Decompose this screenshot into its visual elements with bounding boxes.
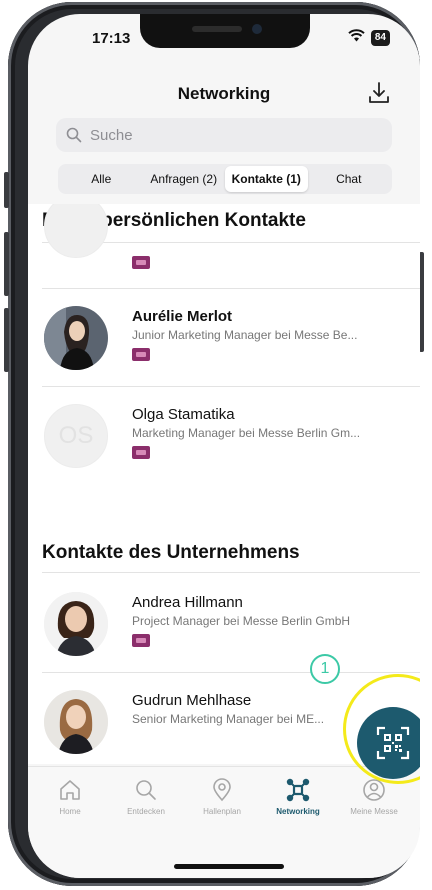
- tabbar-item-hallenplan[interactable]: Hallenplan: [184, 777, 260, 816]
- side-button: [4, 172, 9, 208]
- tab-bar: Home Entdecken Hallenplan Networking Mei…: [28, 766, 420, 878]
- phone-frame: 17:13 84 Networking Alle Anfragen (2) Ko: [4, 2, 424, 886]
- contact-badge: [132, 348, 150, 361]
- search-bar[interactable]: [56, 118, 392, 152]
- page-title: Networking: [177, 84, 271, 103]
- contact-role: Junior Marketing Manager bei Messe Be...: [132, 328, 358, 342]
- tabbar-label: Home: [59, 807, 81, 816]
- contact-name: Gudrun Mehlhase: [132, 692, 252, 709]
- wifi-icon: [348, 29, 365, 46]
- search-icon: [66, 127, 82, 143]
- tab-chat[interactable]: Chat: [308, 166, 391, 192]
- tab-alle[interactable]: Alle: [60, 166, 143, 192]
- divider: [42, 672, 420, 673]
- contact-badge: [132, 634, 150, 647]
- tab-anfragen[interactable]: Anfragen (2): [143, 166, 226, 192]
- avatar: OS: [44, 404, 108, 468]
- home-indicator: [174, 864, 284, 869]
- home-icon: [60, 780, 80, 800]
- network-icon: [286, 778, 310, 802]
- list-item[interactable]: Aurélie Merlot Junior Marketing Manager …: [28, 294, 420, 384]
- avatar: [44, 690, 108, 754]
- location-pin-icon: [213, 778, 231, 802]
- tabbar-item-entdecken[interactable]: Entdecken: [108, 777, 184, 816]
- contact-name: Andrea Hillmann: [132, 594, 243, 611]
- divider: [42, 386, 420, 387]
- tabbar-label: Meine Messe: [350, 807, 398, 816]
- front-camera: [252, 24, 262, 34]
- tabbar-label: Networking: [276, 807, 320, 816]
- avatar: [44, 592, 108, 656]
- contact-role: Senior Marketing Manager bei ME...: [132, 712, 325, 726]
- contact-name: Aurélie Merlot: [132, 308, 233, 325]
- status-time: 17:13: [92, 30, 131, 47]
- side-button: [4, 308, 9, 372]
- tab-kontakte[interactable]: Kontakte (1): [225, 166, 308, 192]
- contact-badge: [132, 446, 150, 459]
- search-input[interactable]: [88, 125, 372, 145]
- contact-name: Olga Stamatika: [132, 406, 235, 423]
- contacts-list: Meine persönlichen Kontakte Aurélie Merl…: [28, 204, 420, 764]
- contact-role: Project Manager bei Messe Berlin GmbH: [132, 614, 351, 628]
- tabbar-label: Hallenplan: [203, 807, 241, 816]
- step-number-badge: 1: [310, 654, 340, 684]
- divider: [42, 572, 420, 573]
- avatar: [44, 306, 108, 370]
- speaker: [192, 26, 242, 32]
- divider: [42, 288, 420, 289]
- side-button: [4, 232, 9, 296]
- avatar: [44, 204, 108, 258]
- status-icons: 84: [348, 29, 390, 46]
- notch: [140, 14, 310, 48]
- tabbar-item-home[interactable]: Home: [32, 777, 108, 816]
- section-title-company: Kontakte des Unternehmens: [42, 542, 300, 563]
- app-screen: 17:13 84 Networking Alle Anfragen (2) Ko: [28, 14, 420, 878]
- contact-badge: [132, 256, 150, 269]
- segmented-control: Alle Anfragen (2) Kontakte (1) Chat: [58, 164, 392, 194]
- list-item[interactable]: OS Olga Stamatika Marketing Manager bei …: [28, 392, 420, 482]
- contact-role: Marketing Manager bei Messe Berlin Gm...: [132, 426, 361, 440]
- download-icon: [369, 82, 389, 103]
- search-icon: [136, 780, 156, 800]
- battery-indicator: 84: [370, 29, 390, 46]
- download-button[interactable]: [366, 80, 392, 106]
- list-item[interactable]: Andrea Hillmann Project Manager bei Mess…: [28, 580, 420, 670]
- tabbar-item-networking[interactable]: Networking: [260, 777, 336, 816]
- list-item[interactable]: [28, 204, 420, 284]
- tabbar-label: Entdecken: [127, 807, 165, 816]
